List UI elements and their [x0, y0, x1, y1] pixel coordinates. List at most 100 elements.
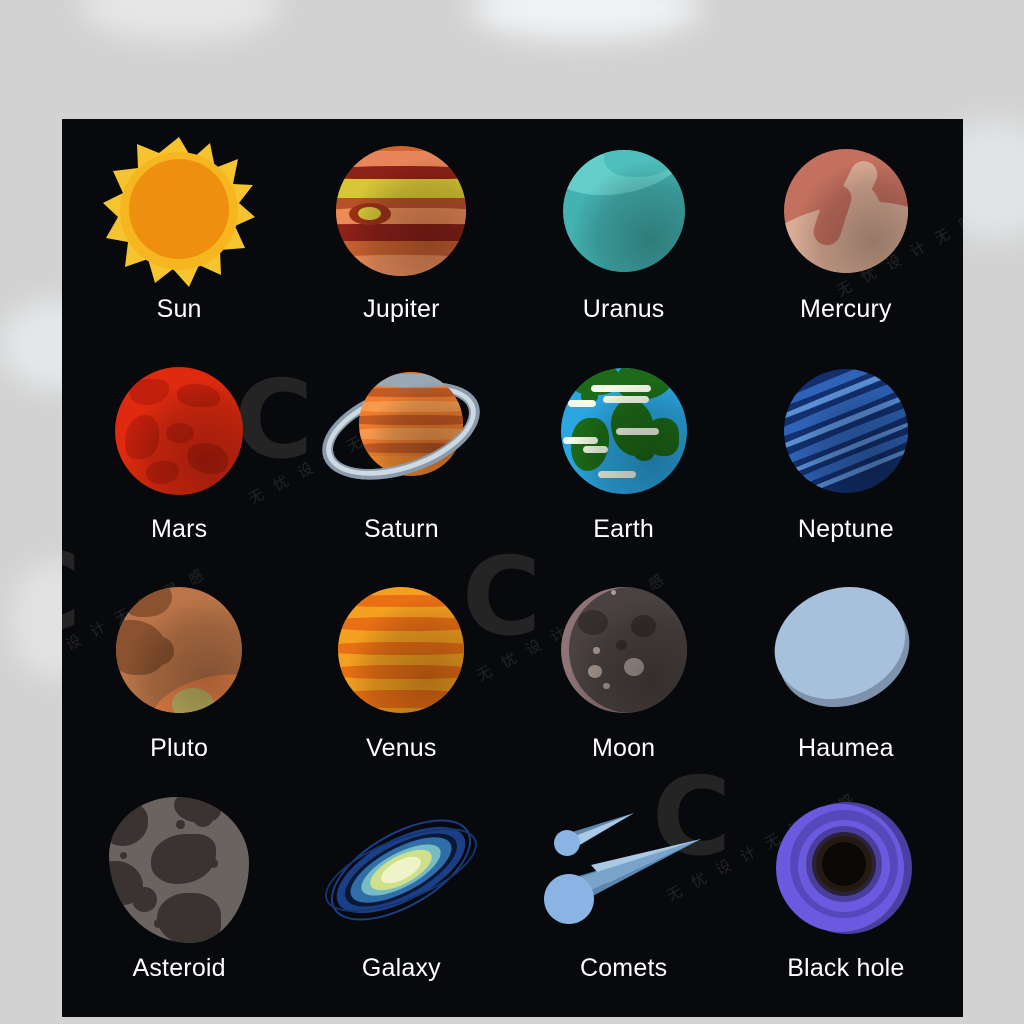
earth-cloud — [616, 427, 659, 435]
item-label: Haumea — [798, 734, 894, 762]
mercury-icon — [761, 131, 931, 291]
asteroid-dark-patch — [151, 834, 216, 885]
item-label: Jupiter — [363, 295, 440, 323]
item-label: Pluto — [150, 734, 209, 762]
neptune-icon — [761, 351, 931, 511]
pluto-dark-region — [123, 587, 172, 618]
venus-icon — [316, 570, 486, 730]
moon-crater — [603, 682, 610, 690]
grid-item-galaxy[interactable]: Galaxy — [290, 790, 512, 1010]
solar-system-poster: C 无 忧 设 计 无 限 灵 感 C 无 忧 设 计 无 限 灵 感 C 无 … — [62, 119, 963, 1017]
grid-item-comets[interactable]: Comets — [513, 790, 735, 1010]
galaxy-icon — [314, 790, 489, 950]
grid-item-black-hole[interactable]: Black hole — [735, 790, 957, 1010]
haumea-icon — [757, 567, 931, 730]
mars-patch — [176, 384, 221, 408]
moon-face — [569, 587, 687, 713]
jupiter-band — [336, 178, 467, 200]
background-blob — [470, 0, 700, 40]
mars-icon — [94, 351, 264, 511]
moon-crater — [623, 657, 644, 677]
asteroid-crater — [120, 851, 128, 860]
item-label: Black hole — [787, 953, 905, 982]
grid-item-venus[interactable]: Venus — [290, 570, 512, 790]
moon-crater — [611, 589, 617, 595]
item-label: Comets — [579, 953, 668, 982]
jupiter-band — [336, 240, 467, 257]
grid-item-saturn[interactable]: Saturn — [290, 351, 512, 571]
earth-cloud — [590, 385, 652, 393]
earth-cloud — [563, 436, 599, 444]
asteroid-dark-patch — [109, 802, 149, 847]
mars-patch — [125, 415, 159, 459]
comets-shape — [543, 812, 701, 924]
item-label: Mercury — [800, 295, 892, 323]
item-label: Earth — [593, 514, 654, 543]
mars-patch — [166, 422, 195, 444]
jupiter-band — [336, 224, 467, 243]
item-label: Saturn — [363, 514, 439, 543]
earth-landmass — [570, 417, 609, 471]
earth-cloud — [568, 400, 596, 408]
asteroid-body — [109, 796, 250, 943]
asteroid-crater — [176, 819, 185, 829]
sun-core-inner — [129, 159, 230, 259]
sun-icon — [94, 131, 264, 291]
mars-patch — [145, 461, 180, 485]
item-label: Uranus — [582, 295, 665, 323]
earth-landmass — [616, 367, 675, 401]
grid-item-asteroid[interactable]: Asteroid — [68, 790, 290, 1010]
asteroid-dark-patch — [156, 892, 222, 943]
grid-item-moon[interactable]: Moon — [513, 570, 735, 790]
uranus-icon — [539, 131, 709, 291]
jupiter-band — [336, 165, 467, 180]
item-label: Sun — [156, 295, 202, 323]
venus-band — [338, 594, 465, 608]
pluto-icon — [94, 570, 264, 730]
jupiter-icon — [316, 131, 486, 291]
asteroid-icon — [94, 790, 264, 950]
moon-crater — [588, 665, 603, 678]
earth-cloud — [583, 445, 609, 453]
item-label: Mars — [150, 514, 208, 543]
saturn-icon — [309, 351, 493, 511]
grid-item-neptune[interactable]: Neptune — [735, 351, 957, 571]
mars-patch — [186, 443, 228, 475]
comets-icon — [539, 790, 709, 950]
asteroid-crater — [209, 859, 219, 869]
venus-band — [338, 665, 465, 679]
item-label: Venus — [366, 734, 437, 762]
jupiter-band — [336, 255, 467, 276]
grid-item-mars[interactable]: Mars — [68, 351, 290, 571]
asteroid-crater — [131, 887, 157, 912]
venus-band — [338, 617, 465, 632]
earth-icon — [539, 351, 709, 511]
black-hole-event-horizon — [821, 841, 866, 886]
grid-item-jupiter[interactable]: Jupiter — [290, 131, 512, 351]
celestial-body-grid: Sun Jupiter Uranus Mercury Mars Saturn E… — [62, 119, 963, 1017]
earth-cloud — [603, 396, 649, 404]
item-label: Galaxy — [361, 953, 441, 982]
grid-item-sun[interactable]: Sun — [68, 131, 290, 351]
asteroid-crater — [193, 808, 213, 828]
mars-patch — [130, 379, 169, 405]
grid-item-earth[interactable]: Earth — [513, 351, 735, 571]
item-label: Asteroid — [132, 953, 226, 982]
grid-item-pluto[interactable]: Pluto — [68, 570, 290, 790]
haumea-body — [757, 567, 923, 719]
moon-crater — [593, 647, 600, 654]
black-hole-icon — [761, 790, 931, 950]
grid-item-haumea[interactable]: Haumea — [735, 567, 957, 790]
venus-band — [338, 642, 465, 656]
moon-icon — [539, 570, 709, 730]
item-label: Moon — [591, 734, 656, 762]
background-blob — [80, 0, 280, 40]
asteroid-crater — [155, 866, 164, 876]
item-label: Neptune — [797, 514, 894, 543]
jupiter-spot-core — [358, 207, 381, 221]
venus-band — [338, 690, 465, 708]
earth-landmass — [633, 445, 654, 461]
grid-item-uranus[interactable]: Uranus — [513, 131, 735, 351]
pluto-dark-region — [146, 637, 175, 666]
grid-item-mercury[interactable]: Mercury — [735, 131, 957, 351]
